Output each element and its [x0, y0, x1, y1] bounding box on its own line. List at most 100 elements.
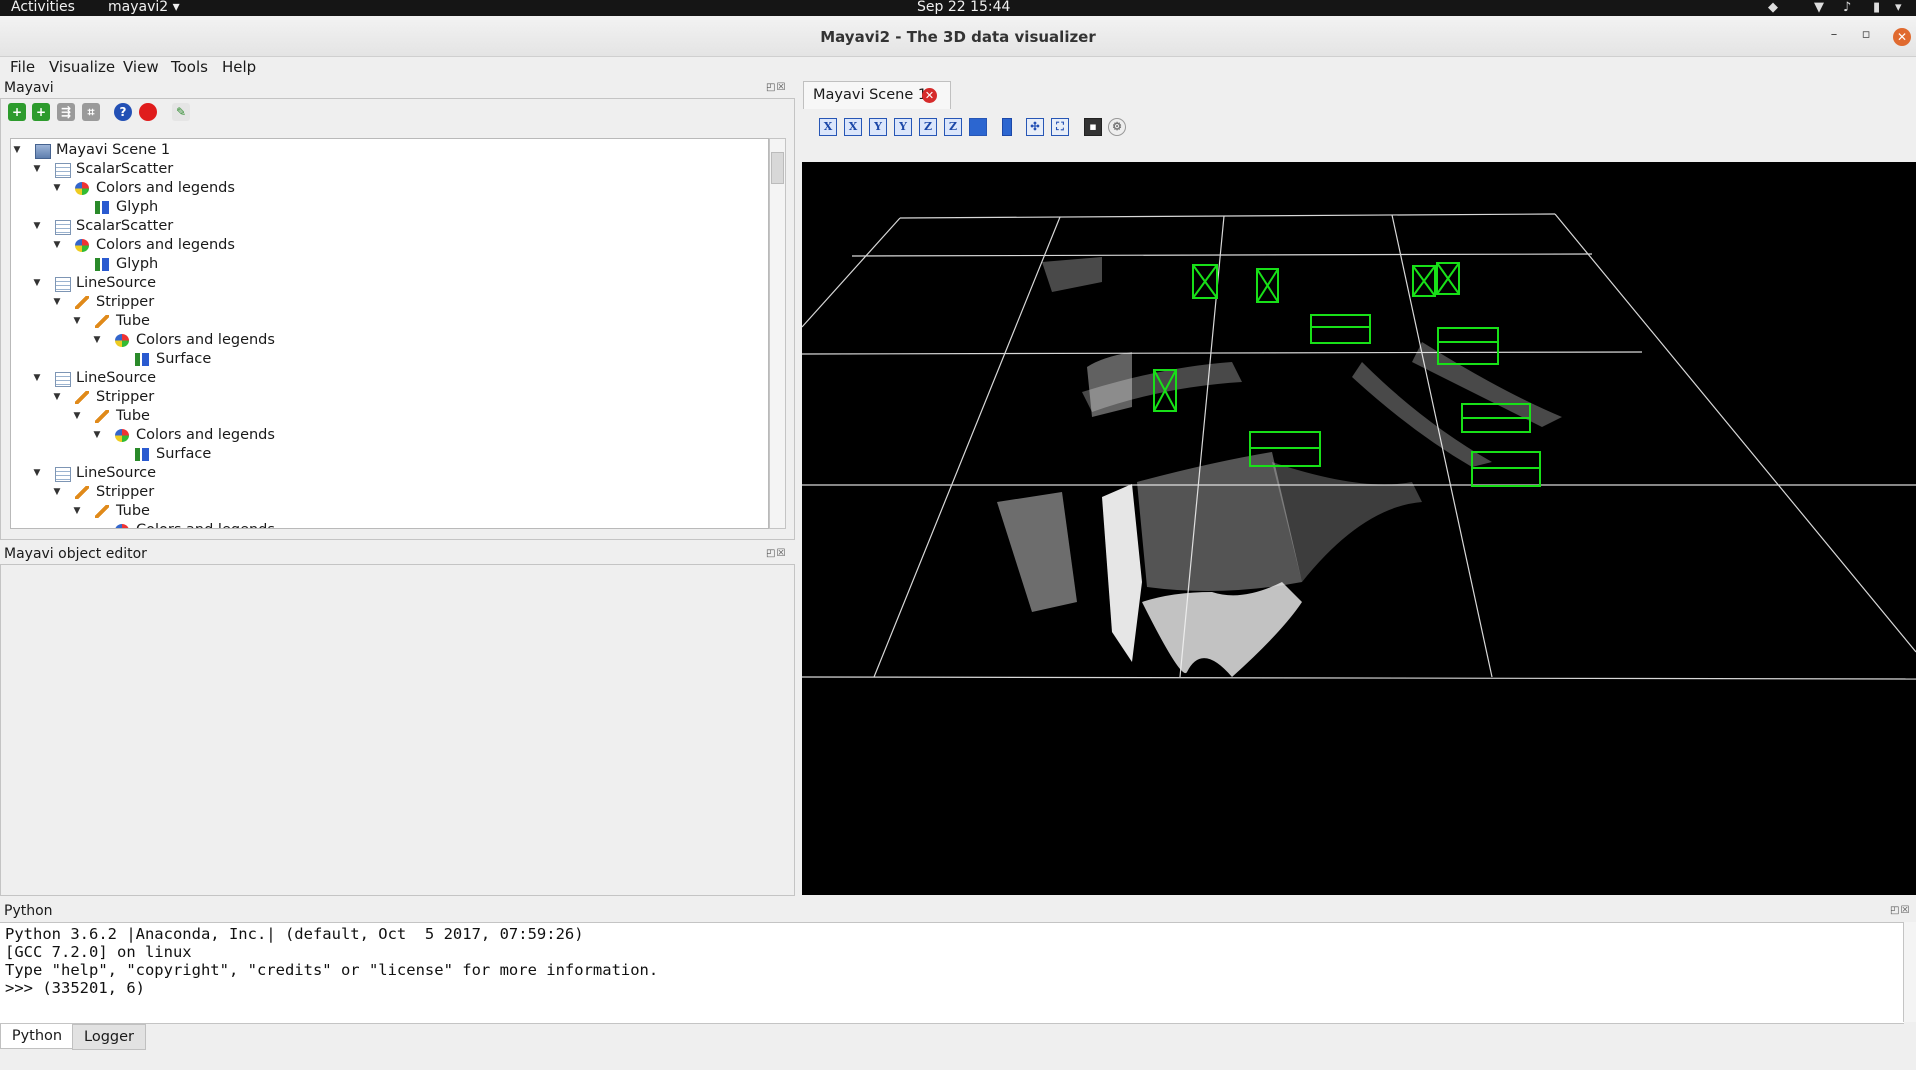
add-scene-icon[interactable]: +: [8, 103, 26, 121]
scene-icon: [35, 144, 51, 159]
tree-node-label: Colors and legends: [136, 521, 275, 528]
axes-indicator-icon[interactable]: ✣: [1026, 118, 1044, 136]
isometric-view-icon[interactable]: [969, 118, 987, 136]
tab-logger[interactable]: Logger: [72, 1024, 146, 1050]
add-source-icon[interactable]: +: [32, 103, 50, 121]
tree-scrollbar-thumb[interactable]: [771, 152, 784, 184]
menu-help[interactable]: Help: [222, 58, 256, 76]
view-x-negative-icon[interactable]: X: [844, 118, 862, 136]
maximize-button[interactable]: ▫: [1857, 26, 1875, 44]
tree-node-label: LineSource: [76, 275, 157, 291]
tree-node-label: Stripper: [96, 294, 155, 310]
data-source-icon: [55, 372, 71, 387]
colors-legends-icon: [75, 182, 89, 195]
chevron-down-icon[interactable]: ▼: [52, 483, 62, 502]
filter-icon: [75, 296, 89, 309]
system-top-bar: Activities mayavi2 ▾ Sep 22 15:44 ◆ ▼ ♪ …: [0, 0, 1916, 16]
view-z-negative-icon[interactable]: Z: [944, 118, 962, 136]
module-icon: [95, 258, 109, 271]
tree-node-label: Stripper: [96, 389, 155, 405]
minimize-button[interactable]: –: [1825, 26, 1843, 44]
tree-scrollbar[interactable]: [769, 138, 786, 529]
battery-icon[interactable]: ▮: [1873, 1, 1880, 15]
object-editor-panel: [0, 564, 795, 896]
chevron-down-icon[interactable]: ▼: [52, 236, 62, 255]
shell-line: Type "help", "copyright", "credits" or "…: [5, 961, 659, 979]
chevron-down-icon[interactable]: ▼: [72, 312, 82, 331]
menu-view[interactable]: View: [123, 58, 159, 76]
tree-node-label: Colors and legends: [136, 427, 275, 443]
clock[interactable]: Sep 22 15:44: [917, 0, 1010, 15]
pipeline-panel-title: Mayavi: [4, 80, 54, 96]
tree-node-label: Colors and legends: [136, 332, 275, 348]
chevron-down-icon[interactable]: ▼: [32, 464, 42, 483]
view-z-positive-icon[interactable]: Z: [919, 118, 937, 136]
point-cloud-render[interactable]: [802, 162, 1916, 895]
tree-node-label: Colors and legends: [96, 237, 235, 253]
close-window-button[interactable]: ✕: [1893, 28, 1911, 46]
filter-icon: [95, 505, 109, 518]
colors-legends-icon: [115, 524, 129, 528]
tree-node-label: Colors and legends: [96, 180, 235, 196]
record-icon[interactable]: [139, 103, 157, 121]
data-source-icon: [55, 467, 71, 482]
full-screen-icon[interactable]: ⛶: [1051, 118, 1069, 136]
chevron-down-icon[interactable]: ▼: [92, 426, 102, 445]
scene-viewport[interactable]: [802, 162, 1916, 895]
window-title-bar: Mayavi2 - The 3D data visualizer – ▫ ✕: [0, 16, 1916, 57]
shell-line: Python 3.6.2 |Anaconda, Inc.| (default, …: [5, 925, 584, 943]
tree-node-label: Tube: [116, 313, 150, 329]
filter-icon: [75, 391, 89, 404]
view-y-positive-icon[interactable]: Y: [869, 118, 887, 136]
menu-tools[interactable]: Tools: [171, 58, 208, 76]
editor-panel-title: Mayavi object editor: [4, 546, 147, 562]
shell-scrollbar[interactable]: [1903, 922, 1916, 1022]
chevron-down-icon[interactable]: ▼: [72, 502, 82, 521]
chevron-down-icon[interactable]: ▼: [52, 388, 62, 407]
close-tab-icon[interactable]: ✕: [922, 88, 937, 103]
colors-legends-icon: [75, 239, 89, 252]
menu-visualize[interactable]: Visualize: [49, 58, 115, 76]
python-dock-buttons[interactable]: ◰☒: [1890, 905, 1910, 916]
activities-button[interactable]: Activities: [11, 0, 75, 15]
system-menu-icon[interactable]: ▾: [1895, 1, 1902, 15]
tree-node-label: Glyph: [116, 199, 159, 215]
chevron-down-icon[interactable]: ▼: [32, 274, 42, 293]
colors-legends-icon: [115, 429, 129, 442]
view-x-positive-icon[interactable]: X: [819, 118, 837, 136]
configure-scene-icon[interactable]: ⚙: [1108, 118, 1126, 136]
tab-python[interactable]: Python: [0, 1024, 74, 1049]
tree-node-label: Tube: [116, 503, 150, 519]
window-title: Mayavi2 - The 3D data visualizer: [820, 28, 1096, 46]
help-icon[interactable]: ?: [114, 103, 132, 121]
pipeline-dock-buttons[interactable]: ◰☒: [766, 82, 786, 93]
save-icon[interactable]: ▪: [1084, 118, 1102, 136]
add-module-icon[interactable]: ⌗: [82, 103, 100, 121]
add-filter-icon[interactable]: ⇶: [57, 103, 75, 121]
chevron-down-icon[interactable]: ▼: [92, 331, 102, 350]
module-icon: [135, 448, 149, 461]
chevron-down-icon[interactable]: ▼: [12, 141, 22, 160]
view-y-negative-icon[interactable]: Y: [894, 118, 912, 136]
chevron-down-icon[interactable]: ▼: [52, 179, 62, 198]
chevron-down-icon[interactable]: ▼: [32, 217, 42, 236]
data-source-icon: [55, 277, 71, 292]
chevron-down-icon[interactable]: ▼: [32, 369, 42, 388]
tab-label: Mayavi Scene 1: [813, 87, 928, 103]
chevron-down-icon[interactable]: ▼: [72, 407, 82, 426]
chevron-down-icon[interactable]: ▼: [32, 160, 42, 179]
editor-dock-buttons[interactable]: ◰☒: [766, 548, 786, 559]
network-icon[interactable]: ▼: [1814, 1, 1824, 15]
app-menu[interactable]: mayavi2 ▾: [108, 0, 180, 15]
volume-icon[interactable]: ♪: [1843, 1, 1851, 15]
python-shell[interactable]: Python 3.6.2 |Anaconda, Inc.| (default, …: [0, 922, 1904, 1024]
parallel-projection-icon[interactable]: [1002, 118, 1012, 136]
menu-file[interactable]: File: [10, 58, 35, 76]
shell-line: >>> (335201, 6): [5, 979, 145, 997]
app-indicator-icon[interactable]: ◆: [1768, 1, 1778, 15]
chevron-down-icon[interactable]: ▼: [52, 293, 62, 312]
edit-properties-icon[interactable]: ✎: [172, 103, 190, 121]
module-icon: [95, 201, 109, 214]
tab-mayavi-scene-1[interactable]: Mayavi Scene 1 ✕: [803, 81, 951, 109]
tree-node-label: Tube: [116, 408, 150, 424]
